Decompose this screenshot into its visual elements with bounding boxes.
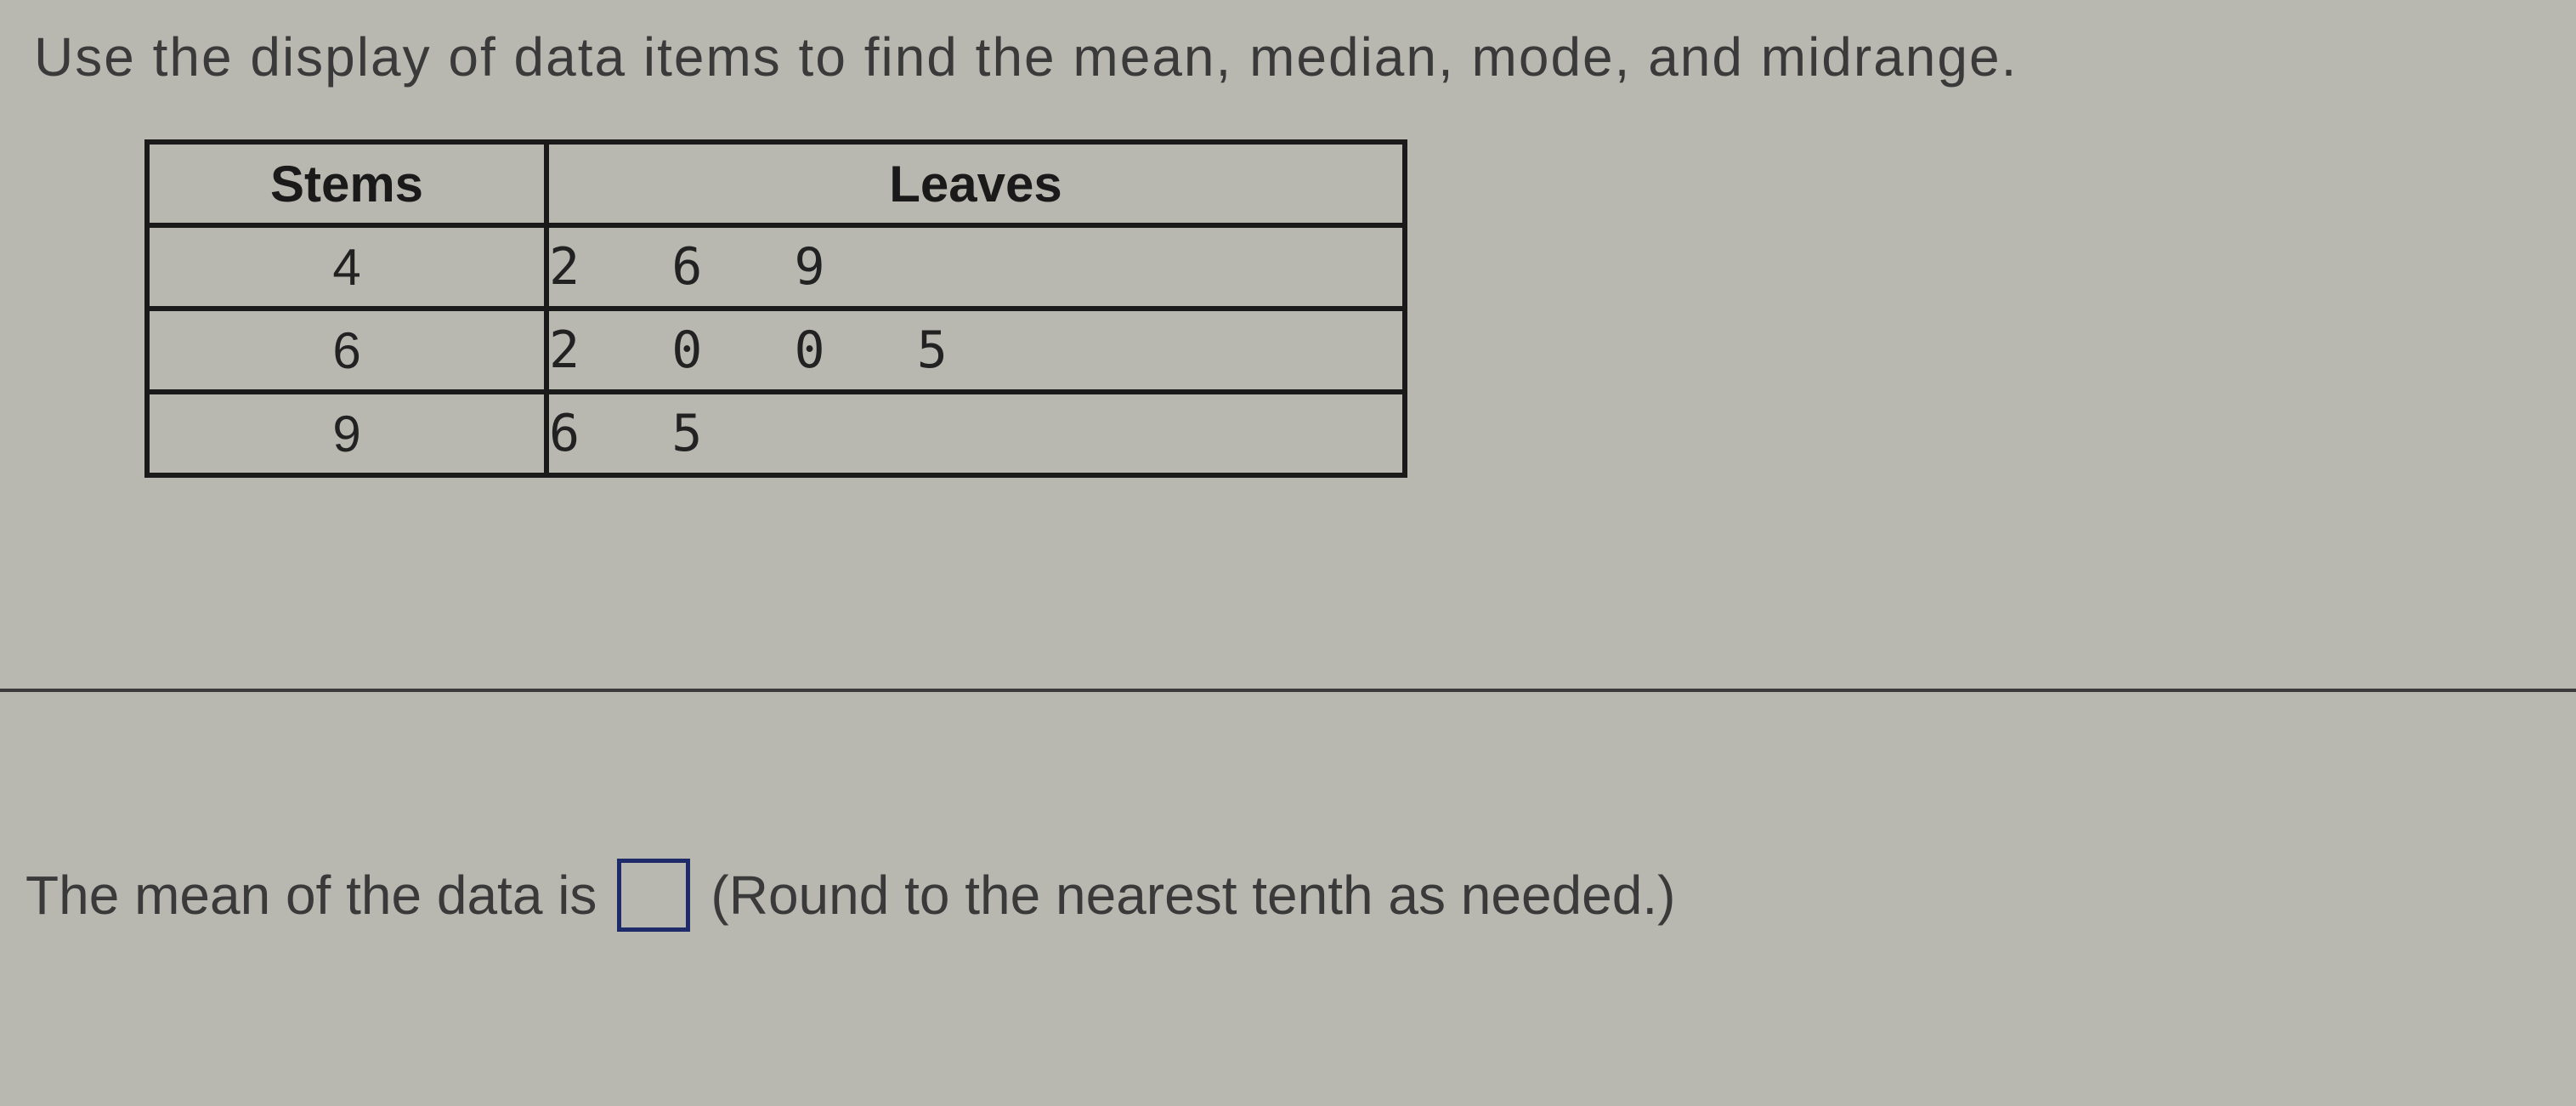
section-divider bbox=[0, 689, 2576, 692]
stem-cell: 9 bbox=[147, 392, 546, 475]
table-row: 4 2 6 9 bbox=[147, 225, 1405, 309]
page-root: Use the display of data items to find th… bbox=[0, 0, 2576, 1106]
answer-line: The mean of the data is (Round to the ne… bbox=[25, 859, 1675, 932]
leaf-cell: 2 0 0 5 bbox=[546, 309, 1405, 392]
header-stems: Stems bbox=[147, 142, 546, 225]
stem-leaf-table: Stems Leaves 4 2 6 9 6 2 0 0 5 9 6 5 bbox=[144, 139, 1407, 478]
table-row: 9 6 5 bbox=[147, 392, 1405, 475]
table-row: 6 2 0 0 5 bbox=[147, 309, 1405, 392]
stem-cell: 6 bbox=[147, 309, 546, 392]
mean-input[interactable] bbox=[617, 859, 690, 932]
leaf-cell: 6 5 bbox=[546, 392, 1405, 475]
leaf-cell: 2 6 9 bbox=[546, 225, 1405, 309]
stem-cell: 4 bbox=[147, 225, 546, 309]
answer-prefix: The mean of the data is bbox=[25, 864, 597, 927]
stem-leaf-table-wrap: Stems Leaves 4 2 6 9 6 2 0 0 5 9 6 5 bbox=[144, 139, 2542, 478]
table-header-row: Stems Leaves bbox=[147, 142, 1405, 225]
instruction-text: Use the display of data items to find th… bbox=[34, 26, 2542, 88]
answer-hint: (Round to the nearest tenth as needed.) bbox=[711, 864, 1675, 927]
header-leaves: Leaves bbox=[546, 142, 1405, 225]
